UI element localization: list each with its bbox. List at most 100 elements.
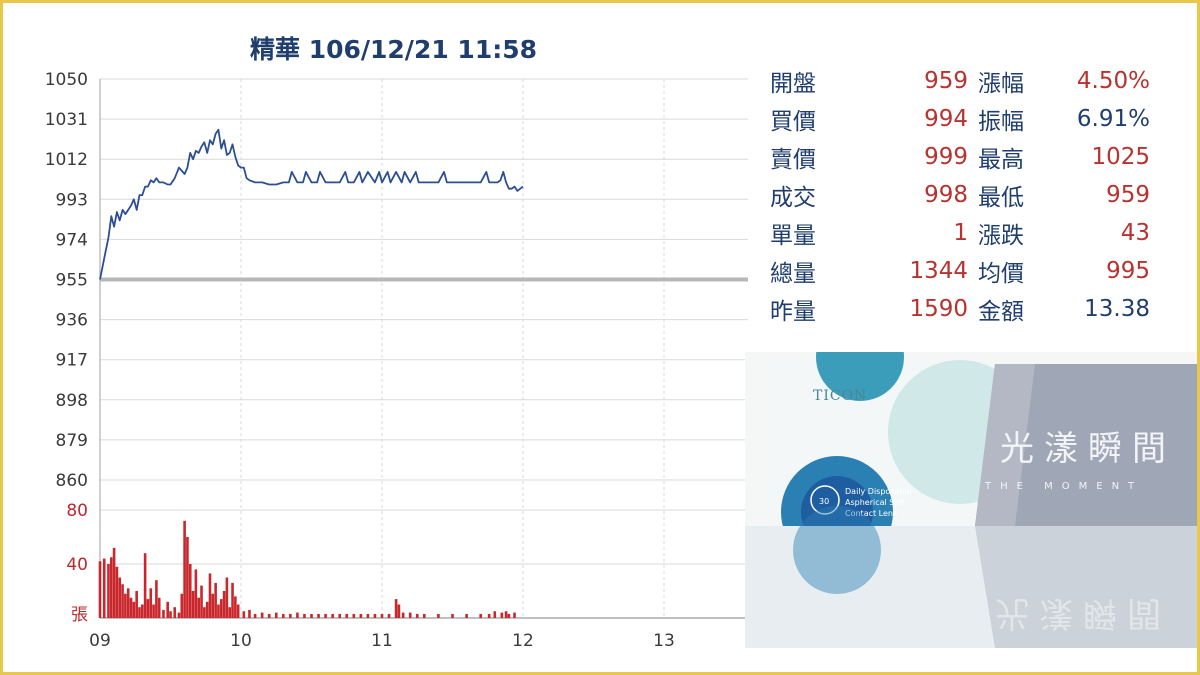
- volume-bar: [234, 596, 237, 618]
- volume-bar: [228, 607, 232, 618]
- volume-bar: [109, 557, 113, 618]
- volume-bar: [177, 612, 181, 618]
- quote-label: 振幅: [978, 109, 1024, 135]
- volume-bar: [345, 613, 349, 618]
- volume-bar: [169, 611, 172, 618]
- volume-unit-label: 張: [71, 605, 88, 625]
- price-tick-label: 917: [56, 351, 88, 371]
- chart-grid: [99, 78, 748, 619]
- price-tick-label: 936: [56, 311, 88, 331]
- quote-panel: 開盤 959 漲幅 4.50% 買價 994 振幅 6.91% 賣價 999 最高 1025 成交 998…: [770, 62, 1160, 328]
- volume-bar: [267, 613, 271, 618]
- time-axis-ticks: 09 10 11 12 13: [89, 631, 675, 651]
- volume-bar: [155, 580, 158, 618]
- volume-bar: [203, 607, 206, 618]
- volume-bar: [401, 612, 405, 618]
- product-photo: 30 Daily Disposable Aspherical Soft Cont…: [745, 352, 1200, 648]
- volume-bar: [513, 612, 516, 618]
- quote-value: 959: [1106, 182, 1150, 208]
- volume-bar: [231, 582, 234, 618]
- volume-bar: [107, 564, 110, 618]
- volume-bar: [102, 558, 106, 618]
- volume-bar: [248, 609, 251, 618]
- volume-bar: [219, 599, 223, 618]
- time-tick-label: 10: [230, 631, 252, 651]
- volume-bar: [98, 561, 102, 618]
- badge-line-1: Daily Disposable: [845, 487, 912, 496]
- volume-bar: [173, 607, 177, 618]
- quote-row: 開盤 959 漲幅 4.50%: [770, 62, 1160, 100]
- volume-bar: [143, 553, 147, 618]
- price-tick-label: 993: [56, 190, 88, 210]
- volume-bar: [166, 601, 169, 618]
- volume-bar: [205, 601, 209, 618]
- volume-bar: [338, 613, 341, 618]
- badge-number: 30: [819, 497, 829, 506]
- volume-bar: [397, 604, 401, 618]
- volume-bar: [500, 612, 504, 618]
- quote-value: 1025: [1091, 144, 1150, 170]
- quote-value: 995: [1106, 258, 1150, 284]
- quote-label: 開盤: [770, 71, 816, 97]
- volume-bar: [211, 593, 215, 618]
- volume-bar: [208, 573, 212, 618]
- quote-label: 賣價: [770, 147, 816, 173]
- volume-bar: [260, 612, 264, 618]
- volume-bar: [415, 613, 419, 618]
- volume-bars: [98, 520, 516, 618]
- volume-bar: [289, 613, 292, 618]
- volume-bar: [200, 585, 203, 618]
- volume-bar: [507, 613, 511, 618]
- volume-bar: [437, 613, 440, 618]
- price-tick-label: 974: [56, 230, 88, 250]
- volume-bar: [124, 593, 127, 618]
- volume-bar: [310, 613, 313, 618]
- badge-line-2: Aspherical Soft: [845, 498, 905, 507]
- quote-label: 成交: [770, 185, 816, 211]
- quote-value: 1344: [909, 258, 968, 284]
- volume-bar: [129, 597, 133, 618]
- price-line: [99, 128, 524, 280]
- price-tick-label: 1012: [45, 150, 88, 170]
- volume-axis-ticks: 80 40 張: [66, 501, 88, 625]
- volume-tick-label: 40: [66, 555, 88, 575]
- volume-bar: [194, 569, 198, 618]
- volume-bar: [451, 613, 454, 618]
- price-tick-label: 879: [56, 431, 88, 451]
- quote-value: 998: [924, 182, 968, 208]
- time-tick-label: 13: [653, 631, 675, 651]
- volume-bar: [479, 613, 482, 618]
- chart-title: 精華 106/12/21 11:58: [250, 35, 537, 64]
- brand-name-english: THE MOMENT: [984, 481, 1143, 492]
- volume-bar: [373, 613, 377, 618]
- volume-bar: [465, 613, 468, 618]
- quote-row: 買價 994 振幅 6.91%: [770, 100, 1160, 138]
- quote-row: 總量 1344 均價 995: [770, 252, 1160, 290]
- price-tick-label: 860: [56, 471, 88, 491]
- volume-bar: [138, 607, 141, 618]
- price-line-group: [99, 128, 524, 280]
- volume-bar: [132, 601, 136, 618]
- quote-value: 4.50%: [1076, 68, 1150, 94]
- volume-bar: [162, 609, 165, 618]
- quote-label: 漲跌: [978, 223, 1024, 249]
- volume-bar: [180, 593, 184, 618]
- volume-bar: [149, 588, 153, 618]
- volume-bar: [282, 613, 285, 618]
- volume-bar: [152, 604, 155, 618]
- volume-bar: [324, 613, 327, 618]
- brand-reflection: 光漾瞬間: [995, 593, 1171, 633]
- quote-row: 成交 998 最低 959: [770, 176, 1160, 214]
- volume-bar: [146, 599, 150, 618]
- volume-bar: [214, 582, 217, 618]
- volume-bar: [157, 597, 161, 618]
- volume-tick-label: 80: [66, 501, 88, 521]
- volume-bar: [225, 577, 229, 618]
- price-tick-label: 1031: [45, 110, 88, 130]
- volume-bar: [303, 613, 306, 618]
- volume-bar: [408, 612, 412, 618]
- volume-bar: [493, 611, 497, 618]
- quote-label: 買價: [770, 109, 816, 135]
- volume-bar: [186, 537, 189, 618]
- quote-value: 13.38: [1084, 296, 1150, 322]
